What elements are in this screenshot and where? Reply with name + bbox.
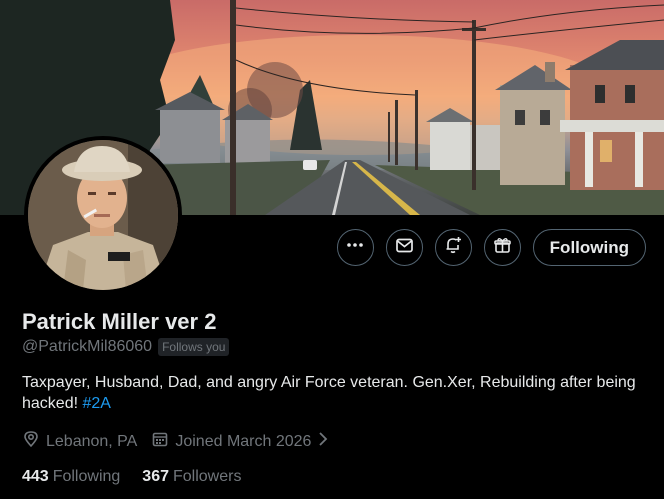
profile-meta: Lebanon, PA Joined March 2026 — [22, 430, 343, 453]
joined-text: Joined March 2026 — [175, 432, 312, 450]
chevron-right-icon — [317, 431, 329, 452]
profile-handle: @PatrickMil86060 — [22, 338, 153, 355]
notify-button[interactable] — [434, 229, 472, 266]
follow-counts: 443 Following 367 Followers — [22, 468, 241, 486]
bio-text: Taxpayer, Husband, Dad, and angry Air Fo… — [22, 374, 636, 412]
bio-hashtag-link[interactable]: #2A — [83, 395, 111, 412]
more-button[interactable] — [336, 229, 374, 266]
follows-you-badge: Follows you — [158, 338, 230, 356]
bell-plus-icon — [443, 235, 463, 260]
profile-bio: Taxpayer, Husband, Dad, and angry Air Fo… — [22, 372, 642, 414]
following-count-link[interactable]: 443 Following — [22, 468, 120, 486]
envelope-icon — [395, 236, 414, 260]
location-text: Lebanon, PA — [46, 432, 138, 450]
message-button[interactable] — [385, 229, 423, 266]
following-count: 443 — [22, 468, 49, 485]
more-icon — [346, 236, 364, 259]
avatar[interactable] — [24, 136, 182, 294]
followers-count: 367 — [142, 468, 169, 485]
followers-label: Followers — [173, 468, 242, 485]
location-pin-icon — [22, 430, 40, 453]
location-item: Lebanon, PA — [22, 430, 137, 453]
gift-button[interactable] — [483, 229, 521, 266]
gift-icon — [493, 236, 512, 260]
handle-row: @PatrickMil86060 Follows you — [22, 338, 230, 356]
calendar-icon — [151, 430, 169, 453]
following-button[interactable]: Following — [532, 229, 646, 266]
profile-name: Patrick Miller ver 2 — [22, 309, 217, 334]
followers-count-link[interactable]: 367 Followers — [142, 468, 241, 486]
following-label: Following — [52, 468, 121, 485]
profile-actions: Following — [336, 229, 646, 266]
joined-item[interactable]: Joined March 2026 — [151, 430, 329, 453]
